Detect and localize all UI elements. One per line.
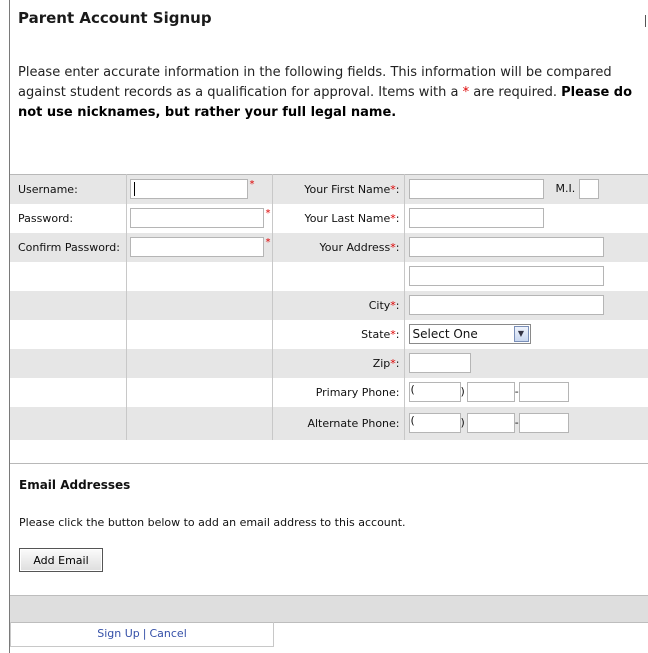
confirm-password-label: Confirm Password: bbox=[10, 232, 127, 262]
text-cursor bbox=[133, 182, 135, 197]
form-row-6: State*: Select One ▼ bbox=[10, 319, 648, 349]
form-actions: Sign Up | Cancel bbox=[10, 622, 274, 647]
last-name-label: Your Last Name*: bbox=[272, 203, 405, 233]
cancel-link[interactable]: Cancel bbox=[149, 627, 186, 640]
city-input[interactable] bbox=[408, 295, 604, 315]
add-email-button[interactable]: Add Email bbox=[19, 548, 103, 572]
form-row-2: Password: * Your Last Name*: bbox=[10, 203, 648, 233]
form-row-8: Primary Phone: () - bbox=[10, 377, 648, 407]
first-name-label: Your First Name*: bbox=[272, 174, 405, 204]
form-row-3: Confirm Password: * Your Address*: bbox=[10, 232, 648, 262]
zip-label: Zip*: bbox=[272, 348, 405, 378]
password-label: Password: bbox=[10, 203, 127, 233]
state-label: State*: bbox=[272, 319, 405, 349]
chevron-down-icon[interactable]: ▼ bbox=[513, 326, 529, 342]
last-name-input[interactable] bbox=[408, 208, 544, 228]
email-instructions: Please click the button below to add an … bbox=[19, 516, 406, 529]
primary-phone-prefix-input[interactable] bbox=[466, 382, 515, 402]
page-title: Parent Account Signup bbox=[18, 9, 212, 27]
form-row-4 bbox=[10, 261, 648, 291]
alternate-phone-area-input[interactable]: ( bbox=[408, 413, 461, 433]
divider-band bbox=[10, 595, 648, 623]
primary-phone-label: Primary Phone: bbox=[272, 377, 405, 407]
password-input[interactable] bbox=[129, 208, 264, 228]
username-label: Username: bbox=[10, 174, 127, 204]
sign-up-link[interactable]: Sign Up bbox=[97, 627, 140, 640]
primary-phone-group: () - bbox=[404, 378, 648, 407]
form-row-1: Username: * Your First Name*: M.I. bbox=[10, 174, 648, 204]
address-label: Your Address*: bbox=[272, 232, 405, 262]
intro-text: Please enter accurate information in the… bbox=[18, 65, 633, 120]
alternate-phone-label: Alternate Phone: bbox=[272, 406, 405, 440]
signup-form-table: Username: * Your First Name*: M.I. Passw… bbox=[10, 174, 648, 440]
right-edge-mark bbox=[645, 15, 646, 27]
alternate-phone-line-input[interactable] bbox=[518, 413, 569, 433]
primary-phone-area-input[interactable]: ( bbox=[408, 382, 461, 402]
middle-initial-input[interactable] bbox=[579, 179, 600, 200]
address-line2-input[interactable] bbox=[408, 266, 604, 286]
zip-input[interactable] bbox=[408, 353, 471, 373]
primary-phone-line-input[interactable] bbox=[518, 382, 569, 402]
state-select[interactable]: Select One ▼ bbox=[408, 324, 531, 344]
username-input[interactable] bbox=[129, 179, 248, 200]
email-heading: Email Addresses bbox=[19, 478, 131, 492]
form-row-9: Alternate Phone: () - bbox=[10, 406, 648, 440]
form-row-7: Zip*: bbox=[10, 348, 648, 378]
alternate-phone-group: () - bbox=[404, 406, 648, 440]
first-name-input[interactable] bbox=[408, 179, 544, 200]
address-line1-input[interactable] bbox=[408, 237, 604, 257]
form-row-5: City*: bbox=[10, 290, 648, 320]
email-section: Email Addresses Please click the button … bbox=[10, 463, 648, 596]
page: Parent Account Signup Please enter accur… bbox=[0, 0, 648, 653]
confirm-password-input[interactable] bbox=[129, 237, 264, 257]
mi-label: M.I. bbox=[555, 182, 576, 196]
alternate-phone-prefix-input[interactable] bbox=[466, 413, 515, 433]
city-label: City*: bbox=[272, 290, 405, 320]
